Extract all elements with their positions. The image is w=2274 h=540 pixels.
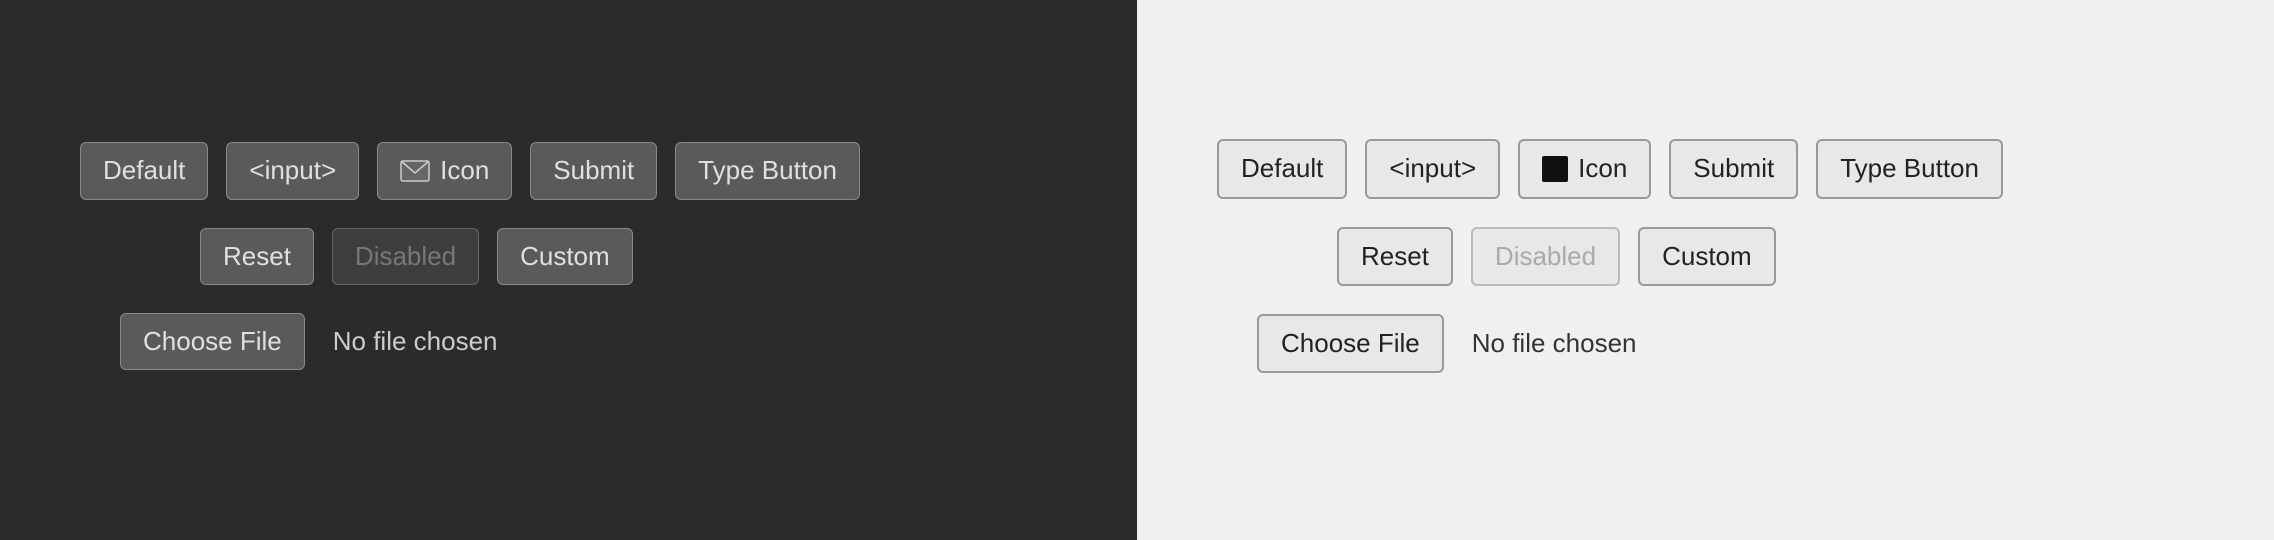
dark-icon-label: Icon xyxy=(440,155,489,186)
light-submit-button[interactable]: Submit xyxy=(1669,139,1798,198)
light-type-button-button[interactable]: Type Button xyxy=(1816,139,2003,198)
dark-submit-button[interactable]: Submit xyxy=(530,142,657,199)
dark-disabled-button: Disabled xyxy=(332,228,479,285)
light-icon-button[interactable]: Icon xyxy=(1518,139,1651,198)
light-custom-button[interactable]: Custom xyxy=(1638,227,1776,286)
dark-row-2: Reset Disabled Custom xyxy=(80,228,1057,285)
dark-row-1: Default <input> Icon Submit Type Button xyxy=(80,142,1057,199)
light-input-button[interactable]: <input> xyxy=(1365,139,1500,198)
light-row-1: Default <input> Icon Submit Type Button xyxy=(1217,139,2194,198)
dark-choose-file-button[interactable]: Choose File xyxy=(120,313,305,370)
light-row-3: Choose File No file chosen xyxy=(1217,314,2194,373)
light-reset-button[interactable]: Reset xyxy=(1337,227,1453,286)
dark-custom-button[interactable]: Custom xyxy=(497,228,633,285)
light-icon-label: Icon xyxy=(1578,153,1627,184)
dark-type-button-button[interactable]: Type Button xyxy=(675,142,860,199)
dark-reset-button[interactable]: Reset xyxy=(200,228,314,285)
dark-row-3: Choose File No file chosen xyxy=(80,313,1057,370)
square-icon xyxy=(1542,156,1568,182)
dark-icon-button[interactable]: Icon xyxy=(377,142,512,199)
dark-no-file-text: No file chosen xyxy=(333,326,498,357)
envelope-icon xyxy=(400,160,430,182)
light-row-2: Reset Disabled Custom xyxy=(1217,227,2194,286)
dark-default-button[interactable]: Default xyxy=(80,142,208,199)
dark-input-button[interactable]: <input> xyxy=(226,142,359,199)
light-disabled-button: Disabled xyxy=(1471,227,1620,286)
light-default-button[interactable]: Default xyxy=(1217,139,1347,198)
dark-panel: Default <input> Icon Submit Type Button … xyxy=(0,0,1137,540)
light-choose-file-button[interactable]: Choose File xyxy=(1257,314,1444,373)
light-panel: Default <input> Icon Submit Type Button … xyxy=(1137,0,2274,540)
light-no-file-text: No file chosen xyxy=(1472,328,1637,359)
